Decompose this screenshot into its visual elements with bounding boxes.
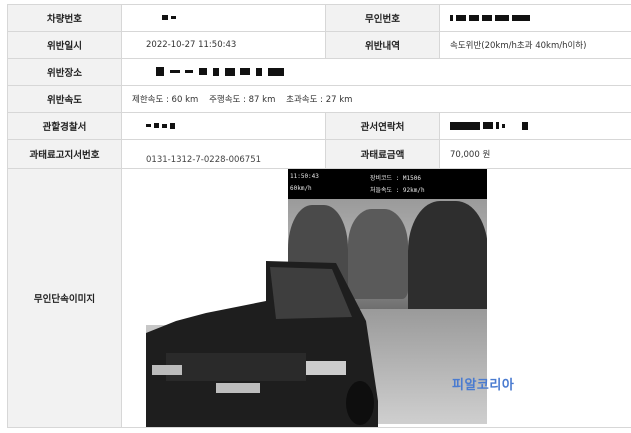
row-place: 위반장소 xyxy=(7,58,631,86)
photo-watermark: 피알코리아 xyxy=(452,378,515,393)
photo-time: 11:50:43 xyxy=(290,173,319,180)
row-speed: 위반속도 제한속도 : 60 km 주행속도 : 87 km 초과속도 : 27… xyxy=(7,85,631,113)
value-violation-speed: 제한속도 : 60 km 주행속도 : 87 km 초과속도 : 27 km xyxy=(121,85,631,113)
value-vehicle-no-redacted xyxy=(121,4,326,32)
label-station-contact: 관서연락처 xyxy=(325,112,440,140)
label-camera-no: 무인번호 xyxy=(325,4,440,32)
value-violation-detail: 속도위반(20km/h초과 40km/h이하) xyxy=(439,31,631,59)
value-violation-place-redacted xyxy=(121,58,631,86)
value-camera-no-redacted xyxy=(439,4,631,32)
label-camera-image: 무인단속이미지 xyxy=(7,168,122,428)
row-camera-image: 무인단속이미지 11:50:43 60km/h 장비코드 : M1506 처들속… xyxy=(7,168,631,428)
photo-speed-limit: 60km/h xyxy=(290,185,312,192)
value-fine-amount: 70,000 원 xyxy=(439,139,631,169)
value-station-contact-redacted xyxy=(439,112,631,140)
enforcement-photo: 11:50:43 60km/h 장비코드 : M1506 처들속도 : 92km… xyxy=(123,169,631,427)
photo-camera-code: 장비코드 : M1506 xyxy=(370,175,421,182)
row-vehicle: 차량번호 무인번호 xyxy=(7,4,631,32)
label-violation-place: 위반장소 xyxy=(7,58,122,86)
fine-notice-no-text: 0131-1312-7-0228-006751 xyxy=(146,155,262,165)
row-fine: 과태료고지서번호 0131-1312-7-0228-006751 과태료금액 7… xyxy=(7,139,631,169)
violation-info-table: 차량번호 무인번호 위반일시 2022-10-27 11:50:43 위반내역 … xyxy=(7,4,631,428)
tree-shape xyxy=(408,201,487,326)
label-violation-datetime: 위반일시 xyxy=(7,31,122,59)
label-fine-notice-no: 과태료고지서번호 xyxy=(7,139,122,169)
photo-detect-speed: 처들속도 : 92km/h xyxy=(370,187,425,194)
vehicle-image xyxy=(146,261,378,427)
photo-info-bar: 11:50:43 60km/h 장비코드 : M1506 처들속도 : 92km… xyxy=(288,169,487,199)
value-police-station-redacted xyxy=(121,112,326,140)
label-vehicle-no: 차량번호 xyxy=(7,4,122,32)
fine-detail-page: 차량번호 무인번호 위반일시 2022-10-27 11:50:43 위반내역 … xyxy=(0,0,631,433)
camera-image-cell: 11:50:43 60km/h 장비코드 : M1506 처들속도 : 92km… xyxy=(121,168,631,428)
value-violation-datetime: 2022-10-27 11:50:43 xyxy=(121,31,326,59)
label-fine-amount: 과태료금액 xyxy=(325,139,440,169)
label-violation-detail: 위반내역 xyxy=(325,31,440,59)
value-fine-notice-no: 0131-1312-7-0228-006751 xyxy=(121,139,326,169)
row-police: 관할경찰서 관서연락처 xyxy=(7,112,631,140)
row-datetime: 위반일시 2022-10-27 11:50:43 위반내역 속도위반(20km/… xyxy=(7,31,631,59)
license-plate xyxy=(216,383,260,393)
label-police-station: 관할경찰서 xyxy=(7,112,122,140)
label-violation-speed: 위반속도 xyxy=(7,85,122,113)
